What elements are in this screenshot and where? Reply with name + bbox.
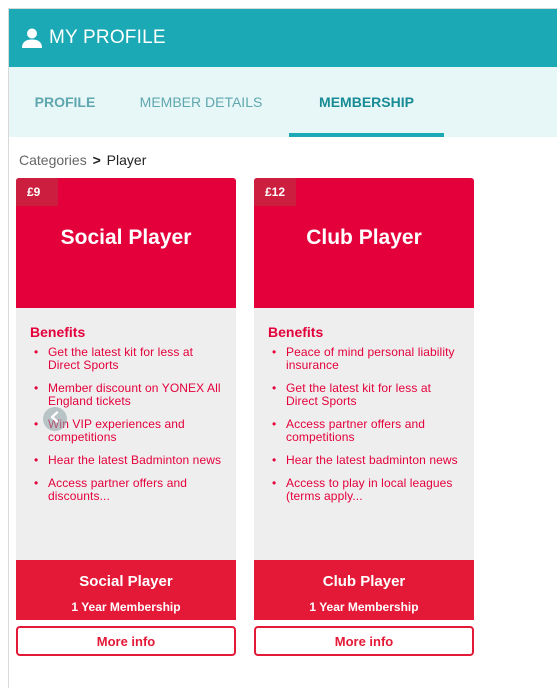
chevron-left-icon [49,410,61,428]
card-header: £12 Club Player [254,178,474,308]
benefit-item: Hear the latest badminton news [268,454,462,468]
profile-tabs: PROFILE MEMBER DETAILS MEMBERSHIP [9,67,557,137]
breadcrumb: Categories > Player [9,137,557,181]
footer-title: Social Player [79,573,173,590]
benefit-item: Access partner offers and discounts... [30,477,224,503]
card-header: £9 Social Player [16,178,236,308]
membership-card-club: £12 Club Player Benefits Peace of mind p… [254,178,474,656]
card-benefits: Benefits Get the latest kit for less at … [16,308,236,560]
membership-cards: £9 Social Player Benefits Get the latest… [16,178,492,656]
price-badge: £12 [254,178,296,206]
price-badge: £9 [16,178,58,206]
benefit-item: Access to play in local leagues (terms a… [268,477,462,503]
card-title: Social Player [60,226,192,249]
benefit-item: Get the latest kit for less at Direct Sp… [30,346,224,372]
benefit-item: Get the latest kit for less at Direct Sp… [268,382,462,408]
footer-title: Club Player [322,573,406,590]
benefit-item: Peace of mind personal liability insuran… [268,346,462,372]
tab-profile[interactable]: PROFILE [17,67,113,137]
tab-membership[interactable]: MEMBERSHIP [289,67,444,137]
card-footer: Social Player 1 Year Membership [16,560,236,620]
breadcrumb-root[interactable]: Categories [19,152,87,168]
user-icon [21,27,43,49]
more-info-button[interactable]: More info [254,626,474,656]
profile-header: MY PROFILE [9,9,557,67]
page-title: MY PROFILE [49,27,166,48]
footer-subtitle: 1 Year Membership [309,600,419,614]
carousel-prev-button[interactable] [43,407,67,431]
more-info-button[interactable]: More info [16,626,236,656]
benefits-list: Peace of mind personal liability insuran… [268,346,462,503]
breadcrumb-separator: > [92,152,101,168]
benefit-item: Access partner offers and competitions [268,418,462,444]
card-footer: Club Player 1 Year Membership [254,560,474,620]
benefits-title: Benefits [268,324,324,340]
benefit-item: Member discount on YONEX All England tic… [30,382,224,408]
breadcrumb-current: Player [106,152,147,168]
tab-member-details[interactable]: MEMBER DETAILS [113,67,289,137]
card-benefits: Benefits Peace of mind personal liabilit… [254,308,474,560]
benefit-item: Hear the latest Badminton news [30,454,224,468]
benefits-title: Benefits [30,324,86,340]
footer-subtitle: 1 Year Membership [71,600,181,614]
card-title: Club Player [306,226,422,249]
